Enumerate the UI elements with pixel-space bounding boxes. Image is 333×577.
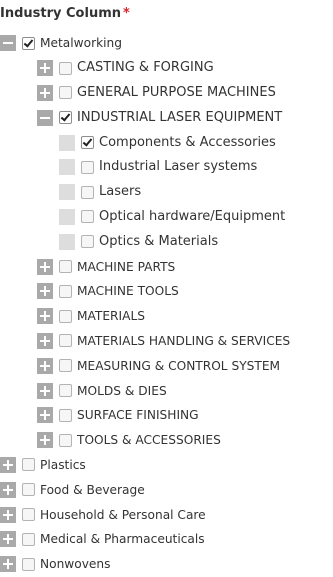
expand-icon[interactable] — [37, 332, 53, 349]
checkbox-food-beverage[interactable] — [22, 483, 35, 497]
tree-item-measuring-control[interactable]: MEASURING & CONTROL SYSTEM — [0, 353, 333, 378]
tree-item-label: TOOLS & ACCESSORIES — [77, 433, 221, 448]
tree-item-medical-pharmaceuticals[interactable]: Medical & Pharmaceuticals — [0, 527, 333, 552]
field-label-text: Industry Column — [0, 6, 121, 21]
tree-item-label: MATERIALS HANDLING & SERVICES — [77, 333, 291, 348]
checkbox-materials-handling[interactable] — [59, 334, 72, 348]
tree-item-label: Components & Accessories — [99, 134, 276, 150]
tree-item-label: Medical & Pharmaceuticals — [40, 532, 205, 547]
collapse-icon[interactable] — [37, 109, 53, 126]
checkbox-industrial-laser-equipment[interactable] — [59, 111, 72, 125]
expand-icon[interactable] — [0, 506, 16, 523]
checkbox-tools-accessories[interactable] — [59, 433, 72, 447]
tree-item-industrial-laser-equipment[interactable]: INDUSTRIAL LASER EQUIPMENT — [0, 105, 333, 130]
checkbox-plastics[interactable] — [22, 458, 35, 472]
expand-icon[interactable] — [37, 382, 53, 399]
checkbox-materials[interactable] — [59, 309, 72, 323]
expand-icon[interactable] — [37, 258, 53, 275]
checkbox-lasers[interactable] — [81, 185, 94, 199]
tree-item-optics-materials[interactable]: Optics & Materials — [0, 229, 333, 254]
tree-item-label: Lasers — [99, 184, 142, 200]
expand-icon[interactable] — [0, 556, 16, 573]
tree-item-industrial-laser-systems[interactable]: Industrial Laser systems — [0, 155, 333, 180]
tree-item-materials[interactable]: MATERIALS — [0, 304, 333, 329]
tree-item-label: MOLDS & DIES — [77, 383, 167, 398]
tree-item-machine-parts[interactable]: MACHINE PARTS — [0, 254, 333, 279]
tree-item-casting-forging[interactable]: CASTING & FORGING — [0, 56, 333, 81]
tree-item-label: CASTING & FORGING — [77, 60, 214, 76]
checkbox-general-purpose-machines[interactable] — [59, 86, 72, 100]
tree-item-label: MACHINE PARTS — [77, 259, 176, 274]
tree-item-components-accessories[interactable]: Components & Accessories — [0, 130, 333, 155]
tree-item-label: Plastics — [40, 457, 86, 472]
checkbox-machine-tools[interactable] — [59, 284, 72, 298]
expand-icon[interactable] — [0, 531, 16, 548]
expand-icon[interactable] — [37, 357, 53, 374]
collapse-icon[interactable] — [0, 35, 16, 52]
tree-item-label: Nonwovens — [40, 557, 111, 572]
tree-item-label: Industrial Laser systems — [99, 159, 258, 175]
tree-item-label: Optical hardware/Equipment — [99, 208, 286, 224]
tree-item-surface-finishing[interactable]: SURFACE FINISHING — [0, 403, 333, 428]
checkbox-industrial-laser-systems[interactable] — [81, 160, 94, 174]
expand-icon[interactable] — [0, 481, 16, 498]
tree-item-lasers[interactable]: Lasers — [0, 180, 333, 205]
tree-item-household-personal-care[interactable]: Household & Personal Care — [0, 502, 333, 527]
expand-icon[interactable] — [0, 456, 16, 473]
tree-item-tools-accessories[interactable]: TOOLS & ACCESSORIES — [0, 428, 333, 453]
checkbox-components-accessories[interactable] — [81, 136, 94, 150]
expand-icon[interactable] — [37, 84, 53, 101]
checkbox-household-personal-care[interactable] — [22, 508, 35, 522]
required-marker: * — [123, 6, 130, 21]
tree-item-label: INDUSTRIAL LASER EQUIPMENT — [77, 109, 283, 125]
tree-item-plastics[interactable]: Plastics — [0, 453, 333, 478]
expand-icon[interactable] — [37, 308, 53, 325]
expand-icon[interactable] — [37, 407, 53, 424]
tree-item-label: Household & Personal Care — [40, 507, 206, 522]
tree-item-label: Food & Beverage — [40, 482, 145, 497]
checkbox-medical-pharmaceuticals[interactable] — [22, 532, 35, 546]
tree-item-machine-tools[interactable]: MACHINE TOOLS — [0, 279, 333, 304]
tree-item-label: Metalworking — [40, 36, 122, 51]
tree-item-food-beverage[interactable]: Food & Beverage — [0, 477, 333, 502]
checkbox-measuring-control[interactable] — [59, 359, 72, 373]
industry-tree: Metalworking CASTING & FORGING GENERAL P… — [0, 31, 333, 577]
field-label: Industry Column * — [0, 6, 130, 22]
expand-icon[interactable] — [37, 283, 53, 300]
tree-item-label: MACHINE TOOLS — [77, 284, 179, 299]
tree-item-general-purpose-machines[interactable]: GENERAL PURPOSE MACHINES — [0, 81, 333, 106]
tree-item-molds-dies[interactable]: MOLDS & DIES — [0, 378, 333, 403]
tree-item-optical-hardware[interactable]: Optical hardware/Equipment — [0, 205, 333, 230]
checkbox-casting-forging[interactable] — [59, 61, 72, 75]
checkbox-surface-finishing[interactable] — [59, 408, 72, 422]
checkbox-nonwovens[interactable] — [22, 557, 35, 571]
expand-icon[interactable] — [37, 60, 53, 77]
tree-item-materials-handling[interactable]: MATERIALS HANDLING & SERVICES — [0, 329, 333, 354]
tree-item-metalworking[interactable]: Metalworking — [0, 31, 333, 56]
checkbox-metalworking[interactable] — [22, 36, 35, 50]
tree-item-label: MATERIALS — [77, 309, 145, 324]
expand-icon[interactable] — [37, 432, 53, 449]
tree-item-label: GENERAL PURPOSE MACHINES — [77, 84, 276, 100]
checkbox-optics-materials[interactable] — [81, 235, 94, 249]
checkbox-molds-dies[interactable] — [59, 384, 72, 398]
checkbox-optical-hardware[interactable] — [81, 210, 94, 224]
tree-item-label: Optics & Materials — [99, 233, 219, 249]
tree-item-label: SURFACE FINISHING — [77, 408, 199, 423]
checkbox-machine-parts[interactable] — [59, 260, 72, 274]
tree-item-label: MEASURING & CONTROL SYSTEM — [77, 358, 281, 373]
